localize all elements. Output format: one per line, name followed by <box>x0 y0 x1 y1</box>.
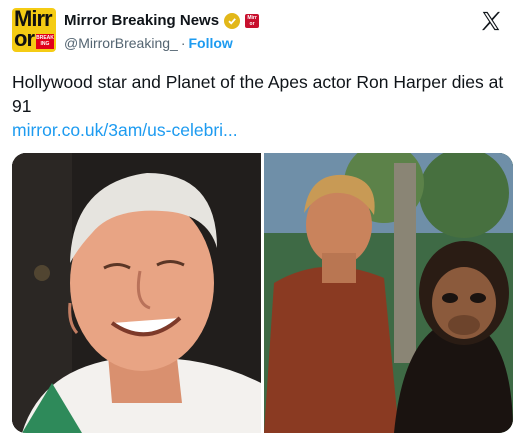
follow-button[interactable]: Follow <box>188 35 232 51</box>
tweet-link[interactable]: mirror.co.uk/3am/us-celebri... <box>12 118 238 142</box>
avatar[interactable]: Mirr or BREAK ING <box>12 8 56 52</box>
handle[interactable]: @MirrorBreaking_ <box>64 35 178 51</box>
gold-verified-badge-icon[interactable] <box>224 12 241 29</box>
portrait-photo[interactable] <box>12 153 261 433</box>
tweet-text: Hollywood star and Planet of the Apes ac… <box>12 72 504 116</box>
avatar-logo-badge: BREAK ING <box>36 34 54 49</box>
portrait-illustration <box>12 153 261 433</box>
handle-row: @MirrorBreaking_ · Follow <box>64 35 233 51</box>
name-row: Mirror Breaking News Mirr or <box>64 12 260 29</box>
tweet-header: Mirr or BREAK ING Mirror Breaking News M… <box>12 8 502 52</box>
x-logo-icon[interactable] <box>480 10 502 32</box>
display-name[interactable]: Mirror Breaking News <box>64 12 219 29</box>
mirror-affiliate-badge-icon[interactable]: Mirr or <box>245 13 260 28</box>
separator: · <box>180 35 186 51</box>
film-still-illustration <box>264 153 513 433</box>
avatar-logo-text-bottom: or <box>14 26 35 51</box>
tweet-media[interactable] <box>12 153 513 433</box>
film-still-photo[interactable] <box>264 153 513 433</box>
